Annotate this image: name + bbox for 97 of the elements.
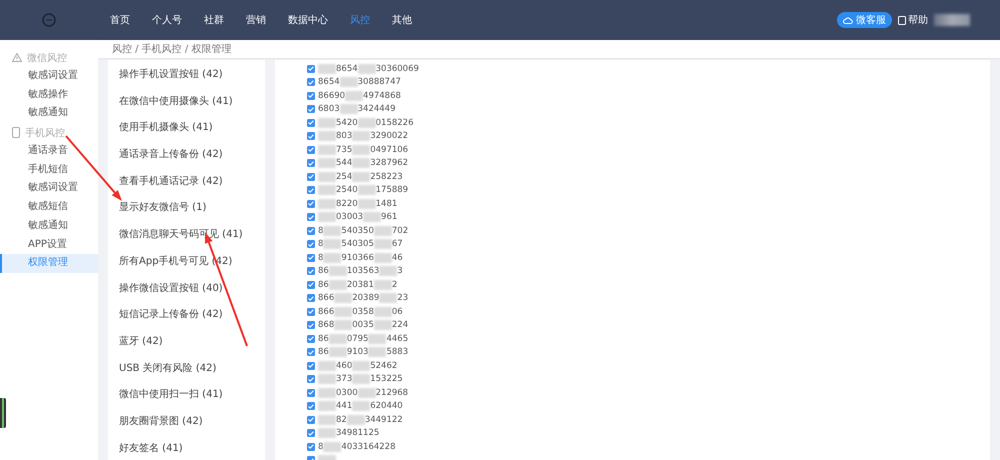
device-id: 373 153225 (318, 374, 403, 384)
permission-item[interactable]: 查看手机通话记录 (42) (108, 168, 265, 196)
blurred-username (934, 14, 970, 26)
checkbox[interactable] (307, 308, 315, 316)
checkbox[interactable] (307, 402, 315, 410)
help-link[interactable]: 帮助 (898, 13, 928, 27)
nav-tab[interactable]: 个人号 (152, 13, 182, 27)
device-id: 254 258223 (318, 172, 403, 182)
checkbox[interactable] (307, 416, 315, 424)
permission-item[interactable]: 操作手机设置按钮 (42) (108, 62, 265, 89)
sidebar-item[interactable]: 敏感通知 (0, 216, 98, 236)
permission-item[interactable]: 通话录音上传备份 (42) (108, 142, 265, 169)
checkbox[interactable] (307, 348, 315, 356)
nav-tab[interactable]: 其他 (392, 13, 412, 27)
permission-item[interactable]: 使用手机摄像头 (41) (108, 115, 265, 142)
sidebar-item[interactable]: 敏感词设置 (0, 67, 98, 86)
nav-tab[interactable]: 数据中心 (288, 13, 328, 27)
permission-item[interactable]: 短信记录上传备份 (42) (108, 302, 265, 329)
device-id: 2540 175889 (318, 185, 408, 196)
logo-icon[interactable] (42, 13, 56, 27)
permission-item[interactable]: 朋友圈背景图 (42) (108, 408, 265, 436)
checkbox[interactable] (307, 429, 315, 438)
device-id: 866 0358 06 (318, 306, 403, 317)
checkbox[interactable] (307, 388, 315, 397)
checkbox[interactable] (307, 146, 315, 154)
sidebar-item[interactable]: 敏感操作 (0, 86, 98, 104)
document-icon (898, 16, 906, 24)
sidebar-item[interactable]: APP设置 (0, 236, 98, 254)
nav-tab[interactable]: 首页 (110, 13, 130, 27)
sidebar-item[interactable]: 手机短信 (0, 160, 98, 180)
gauge-widget[interactable] (0, 398, 6, 428)
device-id: 8 540350 702 (318, 226, 408, 236)
breadcrumb: 风控 / 手机风控 / 权限管理 (112, 42, 232, 56)
sidebar-item[interactable]: 通话录音 (0, 142, 98, 161)
checkbox[interactable] (307, 186, 315, 194)
checkbox[interactable] (307, 200, 315, 208)
device-id: 82 3449122 (318, 414, 403, 425)
device-id: 86690 4974868 (318, 90, 401, 101)
device-id: 8 4033164228 (318, 442, 396, 452)
checkbox[interactable] (307, 92, 315, 100)
checkbox[interactable] (307, 321, 315, 330)
permission-item[interactable]: USB 关闭有风险 (42) (108, 356, 265, 382)
permission-item[interactable]: 好友签名 (41) (108, 436, 265, 460)
device-id: 868 0035 224 (318, 320, 408, 330)
permission-item[interactable]: 在微信中使用摄像头 (41) (108, 88, 265, 116)
device-id: 0300 212968 (318, 388, 408, 398)
device-id: 86 103563 3 (318, 266, 403, 276)
device-id: 441 620440 (318, 401, 403, 412)
checkbox[interactable] (307, 132, 315, 140)
sidebar-item[interactable]: 敏感通知 (0, 104, 98, 124)
device-id: 803 3290022 (318, 131, 408, 142)
device-id: 544 3287962 (318, 158, 408, 168)
checkbox[interactable] (307, 334, 315, 343)
checkbox[interactable] (307, 267, 315, 276)
permission-item[interactable]: 显示好友微信号 (1) (108, 195, 265, 222)
device-id: 5420 0158226 (318, 118, 414, 128)
phone-icon (12, 127, 20, 138)
checkbox[interactable] (307, 280, 315, 289)
device-id: 86 0795 4465 (318, 334, 408, 344)
sidebar-group-title: 微信风控 (27, 52, 67, 64)
checkbox[interactable] (307, 159, 315, 168)
checkbox[interactable] (307, 375, 315, 384)
device-id: 8 910366 46 (318, 252, 403, 263)
permission-item[interactable]: 蓝牙 (42) (108, 328, 265, 356)
sidebar-item[interactable]: 敏感词设置 (0, 179, 98, 198)
device-id: 8654 30360069 (318, 64, 419, 74)
device-id: 8654 30888747 (318, 77, 401, 88)
checkbox[interactable] (307, 362, 315, 370)
checkbox[interactable] (307, 78, 315, 86)
checkbox[interactable] (307, 118, 315, 127)
checkbox[interactable] (307, 254, 315, 262)
sidebar-group-title: 手机风控 (25, 126, 65, 140)
device-id: 86 20381 2 (318, 280, 398, 290)
permission-item[interactable]: 操作微信设置按钮 (40) (108, 276, 265, 302)
checkbox[interactable] (307, 105, 315, 114)
device-id: 735 0497106 (318, 144, 408, 155)
warning-icon (12, 53, 22, 62)
device-id: 866 20389 23 (318, 293, 408, 304)
nav-tab[interactable]: 营销 (246, 13, 266, 27)
checkbox[interactable] (307, 213, 315, 222)
device-id: 03003 961 (318, 212, 398, 222)
checkbox[interactable] (307, 226, 315, 235)
device-id: 8220 1481 (318, 198, 398, 209)
device-id: 460 52462 (318, 360, 398, 371)
device-id: 6803 3424449 (318, 104, 396, 114)
checkbox[interactable] (307, 294, 315, 302)
device-id: 86 9103 5883 (318, 347, 408, 358)
permission-item[interactable]: 微信中使用扫一扫 (41) (108, 382, 265, 409)
checkbox[interactable] (307, 172, 315, 181)
checkbox[interactable] (307, 240, 315, 248)
cloud-icon (843, 16, 853, 24)
sidebar-item[interactable]: 敏感短信 (0, 198, 98, 217)
checkbox[interactable] (307, 442, 315, 451)
nav-tab[interactable]: 社群 (204, 13, 224, 27)
checkbox[interactable] (307, 64, 315, 73)
device-id: 8 540305 67 (318, 239, 403, 250)
device-id: 34981125 (318, 428, 380, 438)
